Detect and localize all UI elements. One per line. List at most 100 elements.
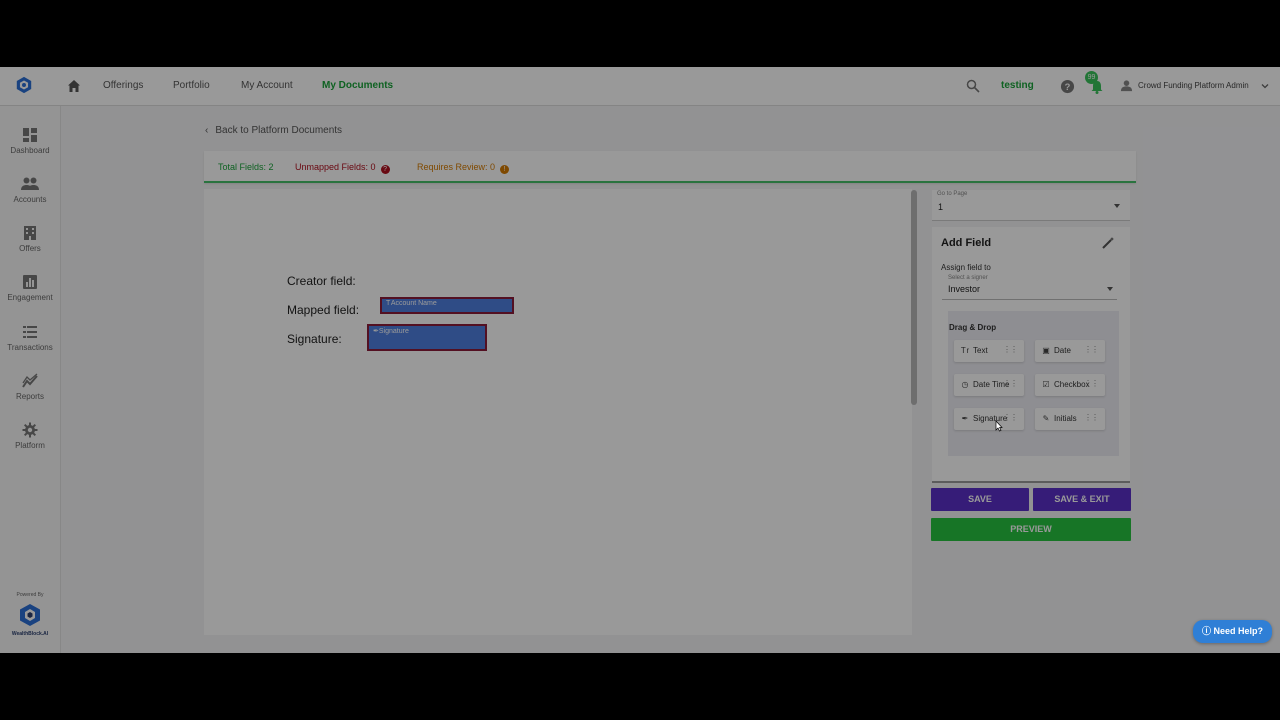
sidebar-item-label: Platform <box>15 441 45 450</box>
need-help-label: Need Help? <box>1213 626 1264 636</box>
field-chip-label: Initials <box>1054 414 1077 423</box>
preview-button[interactable]: PREVIEW <box>931 518 1131 541</box>
wealthblock-logo-icon <box>20 604 40 626</box>
mapped-field-value: T Account Name <box>386 300 437 307</box>
mapped-field-box[interactable]: T Account Name <box>380 297 514 314</box>
mapped-field-label: Mapped field: <box>287 303 360 317</box>
sidebar: Dashboard Accounts Offers Engagement Tra… <box>0 106 61 653</box>
clock-icon: ◷ <box>961 380 969 389</box>
field-chip-label: Text <box>973 346 988 355</box>
drag-drop-area: Drag & Drop T r Text ⋮⋮ ▣ Date ⋮⋮ ◷ Date… <box>948 311 1119 456</box>
sidebar-item-label: Accounts <box>13 195 47 204</box>
save-exit-button[interactable]: SAVE & EXIT <box>1033 488 1131 511</box>
add-field-title: Add Field <box>941 237 992 249</box>
pen-icon: ✎ <box>1042 414 1050 423</box>
back-link[interactable]: ‹ Back to Platform Documents <box>205 125 342 136</box>
checkbox-icon: ☑ <box>1042 380 1050 389</box>
total-fields-count: Total Fields: 2 <box>218 162 274 172</box>
home-icon[interactable] <box>66 78 82 94</box>
signature-field-text: Signature <box>378 328 409 335</box>
gear-icon <box>22 422 38 438</box>
environment-label[interactable]: testing <box>1001 80 1034 91</box>
field-chip-signature[interactable]: ✒ Signature ⋮⋮ <box>954 408 1024 430</box>
question-icon: ? <box>380 165 390 174</box>
powered-by-name: WealthBlock.AI <box>11 631 49 637</box>
help-circle-icon: ⓘ <box>1201 626 1211 636</box>
field-chip-initials[interactable]: ✎ Initials ⋮⋮ <box>1035 408 1105 430</box>
field-chip-checkbox[interactable]: ☑ Checkbox ⋮⋮ <box>1035 374 1105 396</box>
field-chip-date[interactable]: ▣ Date ⋮⋮ <box>1035 340 1105 362</box>
signature-field-value: ✒Signature <box>373 328 409 335</box>
field-chip-label: Date <box>1054 346 1071 355</box>
sidebar-item-engagement[interactable]: Engagement <box>0 274 60 302</box>
document-scrollbar[interactable] <box>911 190 917 405</box>
dropdown-arrow-icon <box>1107 287 1113 291</box>
calendar-icon: ▣ <box>1042 346 1050 355</box>
unmapped-fields-count: Unmapped Fields: 0? <box>295 162 390 174</box>
user-name[interactable]: Crowd Funding Platform Admin <box>1138 81 1249 90</box>
page-select-value: 1 <box>938 202 944 212</box>
sidebar-item-label: Engagement <box>7 293 53 302</box>
top-navbar: Offerings Portfolio My Account My Docume… <box>0 67 1280 106</box>
creator-field-label: Creator field: <box>287 274 356 288</box>
signer-select[interactable]: Select a signer Investor <box>942 274 1117 300</box>
list-icon <box>23 326 37 338</box>
drag-handle-icon[interactable]: ⋮⋮ <box>1003 379 1018 388</box>
user-avatar-icon[interactable] <box>1120 79 1133 92</box>
drag-handle-icon[interactable]: ⋮⋮ <box>1084 413 1099 422</box>
nav-my-documents[interactable]: My Documents <box>322 80 393 91</box>
field-stats-bar: Total Fields: 2 Unmapped Fields: 0? Requ… <box>204 151 1136 183</box>
magic-wand-icon[interactable] <box>1101 236 1115 250</box>
drag-drop-title: Drag & Drop <box>949 323 997 332</box>
svg-text:?: ? <box>1065 82 1071 92</box>
sidebar-item-label: Dashboard <box>10 146 50 155</box>
bar-chart-icon <box>23 275 37 289</box>
signature-label: Signature: <box>287 332 342 346</box>
app-logo-icon[interactable] <box>15 76 33 94</box>
sidebar-item-offers[interactable]: Offers <box>0 225 60 253</box>
nav-my-account[interactable]: My Account <box>241 80 293 91</box>
sidebar-item-dashboard[interactable]: Dashboard <box>0 127 60 155</box>
save-button[interactable]: SAVE <box>931 488 1029 511</box>
warning-icon: ! <box>500 165 510 174</box>
trend-icon <box>22 373 38 388</box>
signature-field-box[interactable]: ✒Signature <box>367 324 487 351</box>
chevron-down-icon[interactable] <box>1260 81 1270 91</box>
help-icon[interactable]: ? <box>1060 79 1075 94</box>
sidebar-item-platform[interactable]: Platform <box>0 422 60 450</box>
unmapped-fields-label: Unmapped Fields: 0 <box>295 162 376 172</box>
sidebar-item-label: Reports <box>15 392 44 401</box>
page-select[interactable]: Go to Page 1 <box>932 190 1130 221</box>
drag-handle-icon[interactable]: ⋮⋮ <box>1003 413 1018 422</box>
drag-handle-icon[interactable]: ⋮⋮ <box>1003 345 1018 354</box>
sidebar-item-reports[interactable]: Reports <box>0 373 60 401</box>
mouse-cursor-icon <box>995 420 1003 432</box>
dropdown-arrow-icon <box>1114 204 1120 208</box>
drag-handle-icon[interactable]: ⋮⋮ <box>1084 379 1099 388</box>
requires-review-label: Requires Review: 0 <box>417 162 496 172</box>
nav-offerings[interactable]: Offerings <box>103 80 143 91</box>
signer-select-value: Investor <box>948 284 981 294</box>
need-help-button[interactable]: ⓘ Need Help? <box>1193 620 1272 643</box>
app-window: Offerings Portfolio My Account My Docume… <box>0 67 1280 653</box>
powered-by-label: Powered By <box>16 592 44 598</box>
building-icon <box>24 226 36 240</box>
chevron-left-icon: ‹ <box>205 125 209 136</box>
sidebar-item-transactions[interactable]: Transactions <box>0 324 60 352</box>
page-select-label: Go to Page <box>937 191 968 197</box>
signer-select-label: Select a signer <box>948 275 988 281</box>
sidebar-item-accounts[interactable]: Accounts <box>0 176 60 204</box>
drag-handle-icon[interactable]: ⋮⋮ <box>1084 345 1099 354</box>
people-icon <box>21 177 39 190</box>
add-field-panel: Add Field Assign field to Select a signe… <box>932 227 1130 483</box>
requires-review-count: Requires Review: 0! <box>417 162 510 174</box>
assign-field-label: Assign field to <box>941 263 991 272</box>
notification-badge: 99 <box>1085 71 1098 84</box>
field-chip-date-time[interactable]: ◷ Date Time ⋮⋮ <box>954 374 1024 396</box>
search-icon[interactable] <box>966 79 980 93</box>
sidebar-item-label: Transactions <box>7 343 53 352</box>
field-chip-text[interactable]: T r Text ⋮⋮ <box>954 340 1024 362</box>
document-canvas[interactable]: Creator field: Mapped field: T Account N… <box>204 189 912 635</box>
signature-icon: ✒ <box>961 414 969 423</box>
nav-portfolio[interactable]: Portfolio <box>173 80 210 91</box>
